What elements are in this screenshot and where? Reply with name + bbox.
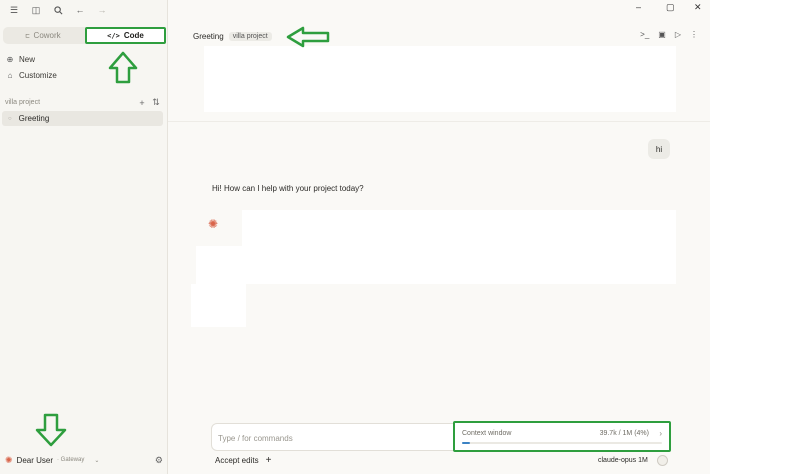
- app-window: ☰ ◫ ← → ⊏ Cowork </> Code ⊕ New ⌂ Custom…: [0, 0, 710, 474]
- panel-icon[interactable]: ▣: [658, 30, 666, 39]
- user-name: Dear User: [16, 455, 53, 465]
- add-session-icon[interactable]: +: [135, 98, 149, 108]
- mode-code-label: Code: [123, 31, 144, 40]
- session-label: Greeting: [18, 114, 50, 123]
- sidebar-toggle-icon[interactable]: ◫: [28, 4, 44, 16]
- claude-spark-icon: ✺: [208, 217, 219, 231]
- customize-icon: ⌂: [7, 70, 13, 80]
- annotation-arrow-down-icon: [35, 413, 67, 447]
- context-window-indicator[interactable]: Context window 39.7k / 1M (4%) ›: [453, 421, 671, 452]
- code-icon: </>: [107, 31, 120, 40]
- redacted-block: [204, 46, 676, 112]
- context-window-label: Context window: [462, 430, 512, 437]
- annotation-arrow-up-icon: [108, 51, 138, 84]
- minimize-icon[interactable]: –: [636, 2, 641, 12]
- redacted-block: [242, 210, 676, 284]
- terminal-icon[interactable]: >_: [640, 30, 649, 39]
- forward-arrow-icon[interactable]: →: [94, 4, 110, 16]
- add-attachment-button[interactable]: +: [266, 455, 272, 466]
- page-title: Greeting: [193, 31, 224, 41]
- filter-icon[interactable]: ⇅: [149, 97, 163, 108]
- assistant-message: Hi! How can I help with your project tod…: [212, 184, 364, 193]
- annotation-arrow-left-icon: [286, 26, 330, 48]
- maximize-icon[interactable]: ▢: [666, 2, 675, 13]
- new-session-label: New: [19, 54, 36, 64]
- empty-margin: [710, 0, 800, 474]
- session-status-icon: ○: [8, 115, 12, 122]
- customize-button[interactable]: ⌂ Customize: [6, 69, 57, 81]
- user-org: · Gateway: [57, 457, 85, 463]
- sidebar-item-greeting[interactable]: ○ Greeting: [2, 111, 163, 126]
- settings-icon[interactable]: ⚙: [155, 455, 163, 466]
- mode-code-button[interactable]: </> Code: [85, 27, 166, 44]
- send-button[interactable]: [657, 455, 668, 466]
- search-icon[interactable]: [50, 4, 66, 16]
- project-tag[interactable]: villa project: [228, 31, 272, 41]
- divider: [168, 121, 710, 122]
- context-progress-fill: [462, 442, 470, 444]
- user-message: hi: [648, 139, 670, 159]
- mode-switch: ⊏ Cowork </> Code: [3, 27, 166, 44]
- redacted-block: [196, 246, 244, 284]
- plus-circle-icon: ⊕: [6, 54, 14, 64]
- sidebar: ☰ ◫ ← → ⊏ Cowork </> Code ⊕ New ⌂ Custom…: [0, 0, 168, 474]
- more-icon[interactable]: ⋮: [690, 30, 698, 39]
- chat-header: Greeting villa project >_ ▣ ▷ ⋮: [168, 26, 710, 46]
- chevron-down-icon: ⌄: [94, 457, 100, 464]
- new-session-button[interactable]: ⊕ New: [6, 53, 35, 65]
- accept-edits-button[interactable]: Accept edits: [215, 456, 259, 465]
- header-actions: >_ ▣ ▷ ⋮: [640, 30, 698, 39]
- chevron-right-icon: ›: [659, 429, 662, 438]
- customize-label: Customize: [19, 70, 57, 80]
- context-window-value: 39.7k / 1M (4%): [599, 430, 649, 437]
- back-arrow-icon[interactable]: ←: [72, 4, 88, 16]
- project-header: villa project + ⇅: [5, 97, 163, 108]
- model-selector[interactable]: claude-opus 1M: [598, 457, 648, 464]
- context-progress-track: [462, 442, 662, 444]
- close-icon[interactable]: ✕: [694, 2, 702, 13]
- user-account[interactable]: ✺ Dear User · Gateway ⌄ ⚙: [5, 454, 163, 466]
- play-icon[interactable]: ▷: [675, 30, 681, 39]
- avatar-icon: ✺: [5, 454, 13, 465]
- menu-icon[interactable]: ☰: [6, 4, 22, 16]
- cowork-icon: ⊏: [25, 31, 30, 40]
- redacted-block: [191, 284, 246, 327]
- mode-cowork-button[interactable]: ⊏ Cowork: [3, 27, 83, 44]
- composer-toolbar: Accept edits +: [215, 455, 271, 466]
- window-toolbar: ☰ ◫ ← →: [6, 3, 110, 17]
- project-name: villa project: [5, 99, 41, 106]
- mode-cowork-label: Cowork: [33, 31, 61, 40]
- command-input[interactable]: [218, 431, 448, 445]
